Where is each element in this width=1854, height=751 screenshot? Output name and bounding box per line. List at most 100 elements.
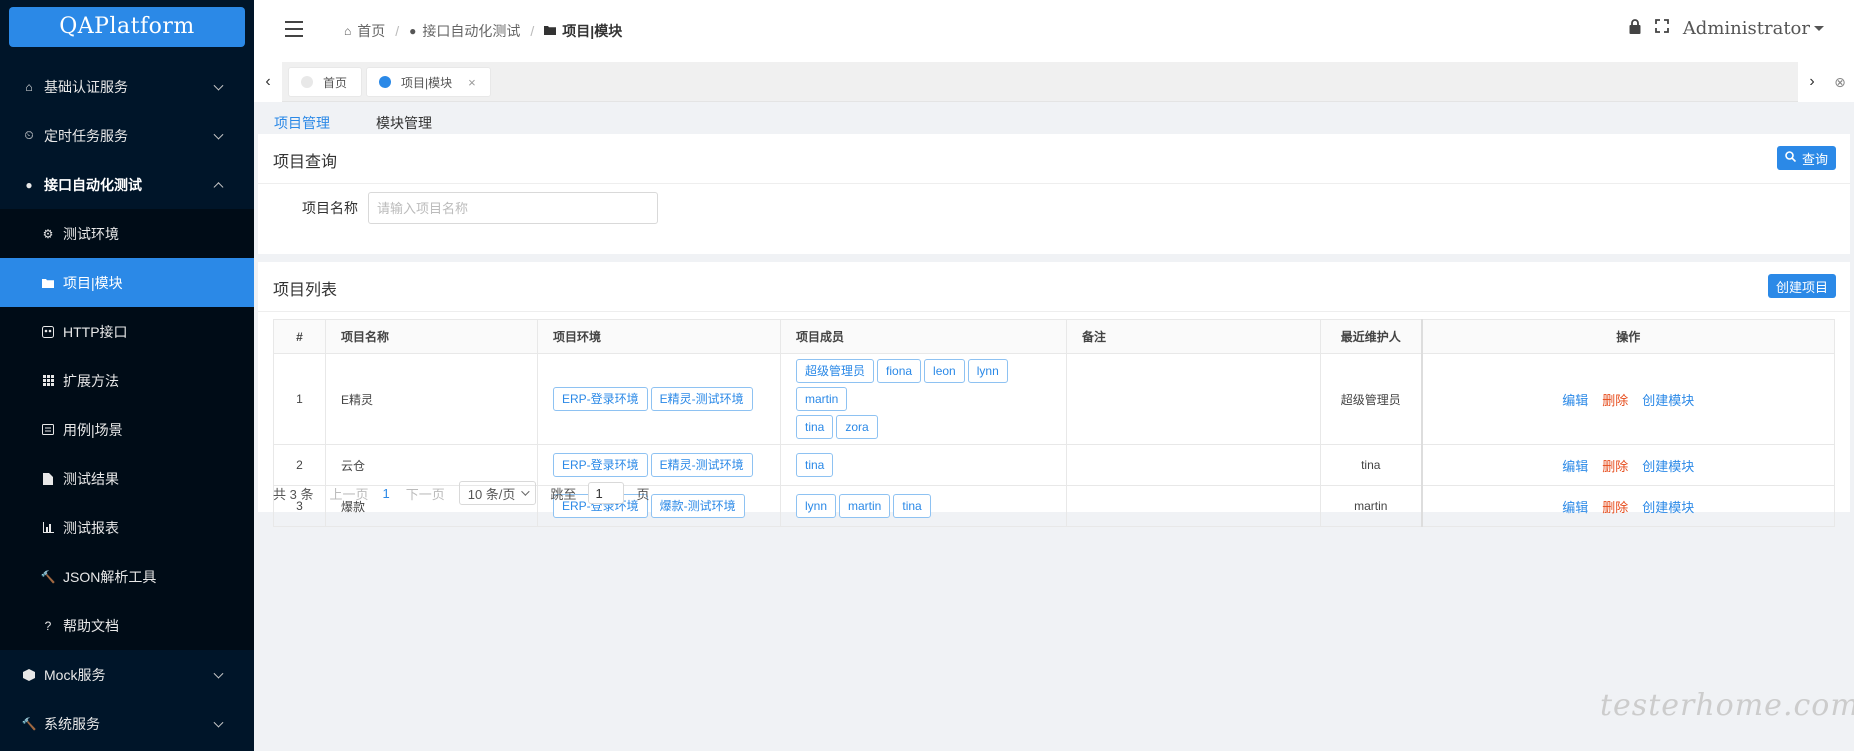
chevron-right-icon[interactable]: › [1798, 62, 1826, 102]
grid-icon [41, 374, 55, 388]
sidebar-item-test-env[interactable]: ⚙ 测试环境 [0, 209, 254, 258]
sidebar-item-project-module[interactable]: 项目|模块 [0, 258, 254, 307]
table-row: 1 E精灵 ERP-登录环境 E精灵-测试环境 超级管理员 fiona leon lyn… [273, 353, 1835, 445]
column-header: 最近维护人 [1320, 319, 1422, 354]
question-icon: ? [44, 618, 52, 633]
sidebar-item-label: 帮助文档 [63, 617, 119, 634]
top-header: ⌂ 首页 / ● 接口自动化测试 / 项目|模块 Administrator [254, 0, 1854, 62]
query-button[interactable]: 查询 [1776, 146, 1836, 170]
sidebar-item-help[interactable]: ? 帮助文档 [0, 601, 254, 650]
header-actions: Administrator [1615, 18, 1824, 39]
project-envs: ERP-登录环境 E精灵-测试环境 [537, 444, 781, 486]
sidebar-item-auth-service[interactable]: ⌂ 基础认证服务 [0, 62, 254, 111]
sidebar-item-results[interactable]: 测试结果 [0, 454, 254, 503]
page-number[interactable]: 1 [382, 486, 389, 501]
lock-icon[interactable] [1629, 18, 1641, 39]
close-all-tabs-icon[interactable]: ⊗ [1826, 62, 1854, 102]
project-members: 超级管理员 fiona leon lynn martin tina zora [780, 353, 1067, 445]
chevron-down-icon [213, 129, 224, 140]
breadcrumb-item-api-automation[interactable]: ● 接口自动化测试 [409, 21, 520, 41]
project-members: tina [780, 444, 1067, 486]
list-card-header: 项目列表 创建项目 [258, 262, 1850, 312]
sidebar-item-label: 扩展方法 [63, 372, 119, 389]
bar-chart-icon [41, 521, 55, 535]
chevron-down-icon [521, 487, 531, 496]
page-size-select[interactable]: 10 条/页 [458, 481, 537, 505]
wrench-icon: 🔨 [40, 569, 56, 584]
table-row: 2 云仓 ERP-登录环境 E精灵-测试环境 tina tina 编辑 删除 创建模块 [273, 444, 1835, 486]
column-header: 项目成员 [780, 319, 1067, 354]
create-project-label: 创建项目 [1775, 279, 1828, 295]
edit-link[interactable]: 编辑 [1562, 500, 1588, 515]
caret-down-icon[interactable] [1814, 26, 1824, 31]
create-project-button[interactable]: 创建项目 [1767, 274, 1836, 298]
home-icon: ⌂ [25, 79, 33, 94]
sidebar-item-cases[interactable]: 用例|场景 [0, 405, 254, 454]
tab-list: 首页 项目|模块 × [288, 67, 495, 97]
folder-icon [41, 276, 55, 290]
member-tag: leon [924, 359, 965, 383]
breadcrumb: ⌂ 首页 / ● 接口自动化测试 / 项目|模块 [344, 21, 622, 41]
chevron-down-icon [213, 717, 224, 728]
sidebar-item-label: 定时任务服务 [44, 127, 128, 144]
sidebar-item-label: 基础认证服务 [44, 78, 128, 95]
project-maintainer: martin [1320, 485, 1422, 527]
sidebar-item-reports[interactable]: 测试报表 [0, 503, 254, 552]
sidebar-item-label: 项目|模块 [63, 274, 123, 291]
tab-label: 首页 [323, 75, 348, 90]
query-card-title: 项目查询 [273, 154, 338, 171]
create-module-link[interactable]: 创建模块 [1642, 500, 1694, 515]
cube-icon [22, 668, 36, 682]
tab-status-dot [379, 76, 392, 88]
project-name-row: 项目名称 [258, 192, 658, 224]
project-name-input[interactable] [368, 192, 658, 224]
row-actions: 编辑 删除 创建模块 [1420, 353, 1835, 445]
create-module-link[interactable]: 创建模块 [1642, 393, 1694, 408]
fullscreen-icon[interactable] [1654, 19, 1669, 38]
sidebar-item-api-automation[interactable]: ● 接口自动化测试 [0, 160, 254, 209]
case-icon [41, 423, 55, 437]
member-tag: zora [836, 415, 878, 439]
next-page-button[interactable]: 下一页 [406, 484, 445, 503]
sidebar-item-extensions[interactable]: 扩展方法 [0, 356, 254, 405]
tab-project-module[interactable]: 项目|模块 × [366, 67, 491, 97]
table-header-row: # 项目名称 项目环境 项目成员 备注 最近维护人 操作 [273, 319, 1835, 354]
sidebar-item-scheduler[interactable]: ⏲ 定时任务服务 [0, 111, 254, 160]
menu-toggle-icon[interactable] [285, 21, 303, 37]
prev-page-button[interactable]: 上一页 [329, 484, 368, 503]
delete-link[interactable]: 删除 [1602, 500, 1628, 515]
app-logo[interactable]: QAPlatform [9, 7, 245, 47]
column-header: 项目名称 [325, 319, 538, 354]
sidebar-item-json-tool[interactable]: 🔨 JSON解析工具 [0, 552, 254, 601]
watermark: testerhome.com [1600, 688, 1854, 723]
create-module-link[interactable]: 创建模块 [1642, 459, 1694, 474]
close-icon[interactable]: × [468, 75, 476, 90]
sidebar-item-mock[interactable]: Mock服务 [0, 650, 254, 699]
user-menu[interactable]: Administrator [1683, 18, 1810, 39]
sidebar-item-label: JSON解析工具 [63, 568, 157, 585]
edit-link[interactable]: 编辑 [1562, 459, 1588, 474]
query-card-header: 项目查询 查询 [258, 134, 1850, 184]
row-actions: 编辑 删除 创建模块 [1420, 485, 1835, 527]
delete-link[interactable]: 删除 [1602, 393, 1628, 408]
member-tag: martin [839, 494, 891, 518]
breadcrumb-item-current: 项目|模块 [544, 21, 622, 41]
tab-home[interactable]: 首页 [288, 67, 363, 97]
sidebar-item-label: Mock服务 [44, 666, 106, 683]
chevron-left-icon[interactable]: ‹ [254, 62, 282, 102]
edit-link[interactable]: 编辑 [1562, 393, 1588, 408]
member-tag: 超级管理员 [796, 359, 875, 383]
sidebar-item-system[interactable]: 🔨 系统服务 [0, 699, 254, 748]
env-tag: E精灵-测试环境 [650, 387, 753, 411]
sidebar-item-http-api[interactable]: HTTP接口 [0, 307, 254, 356]
project-name-label: 项目名称 [302, 200, 358, 216]
tabs-bar: ‹ 首页 项目|模块 × › ⊗ [254, 62, 1854, 102]
jump-page-input[interactable] [588, 482, 625, 504]
breadcrumb-item-home[interactable]: ⌂ 首页 [344, 21, 385, 41]
sidebar-item-label: 测试报表 [63, 519, 119, 536]
delete-link[interactable]: 删除 [1602, 459, 1628, 474]
sidebar-item-label: 测试环境 [63, 225, 119, 242]
sidebar-item-label: 用例|场景 [63, 421, 123, 438]
member-tag: tina [893, 494, 931, 518]
jump-label: 跳至 [550, 486, 577, 502]
